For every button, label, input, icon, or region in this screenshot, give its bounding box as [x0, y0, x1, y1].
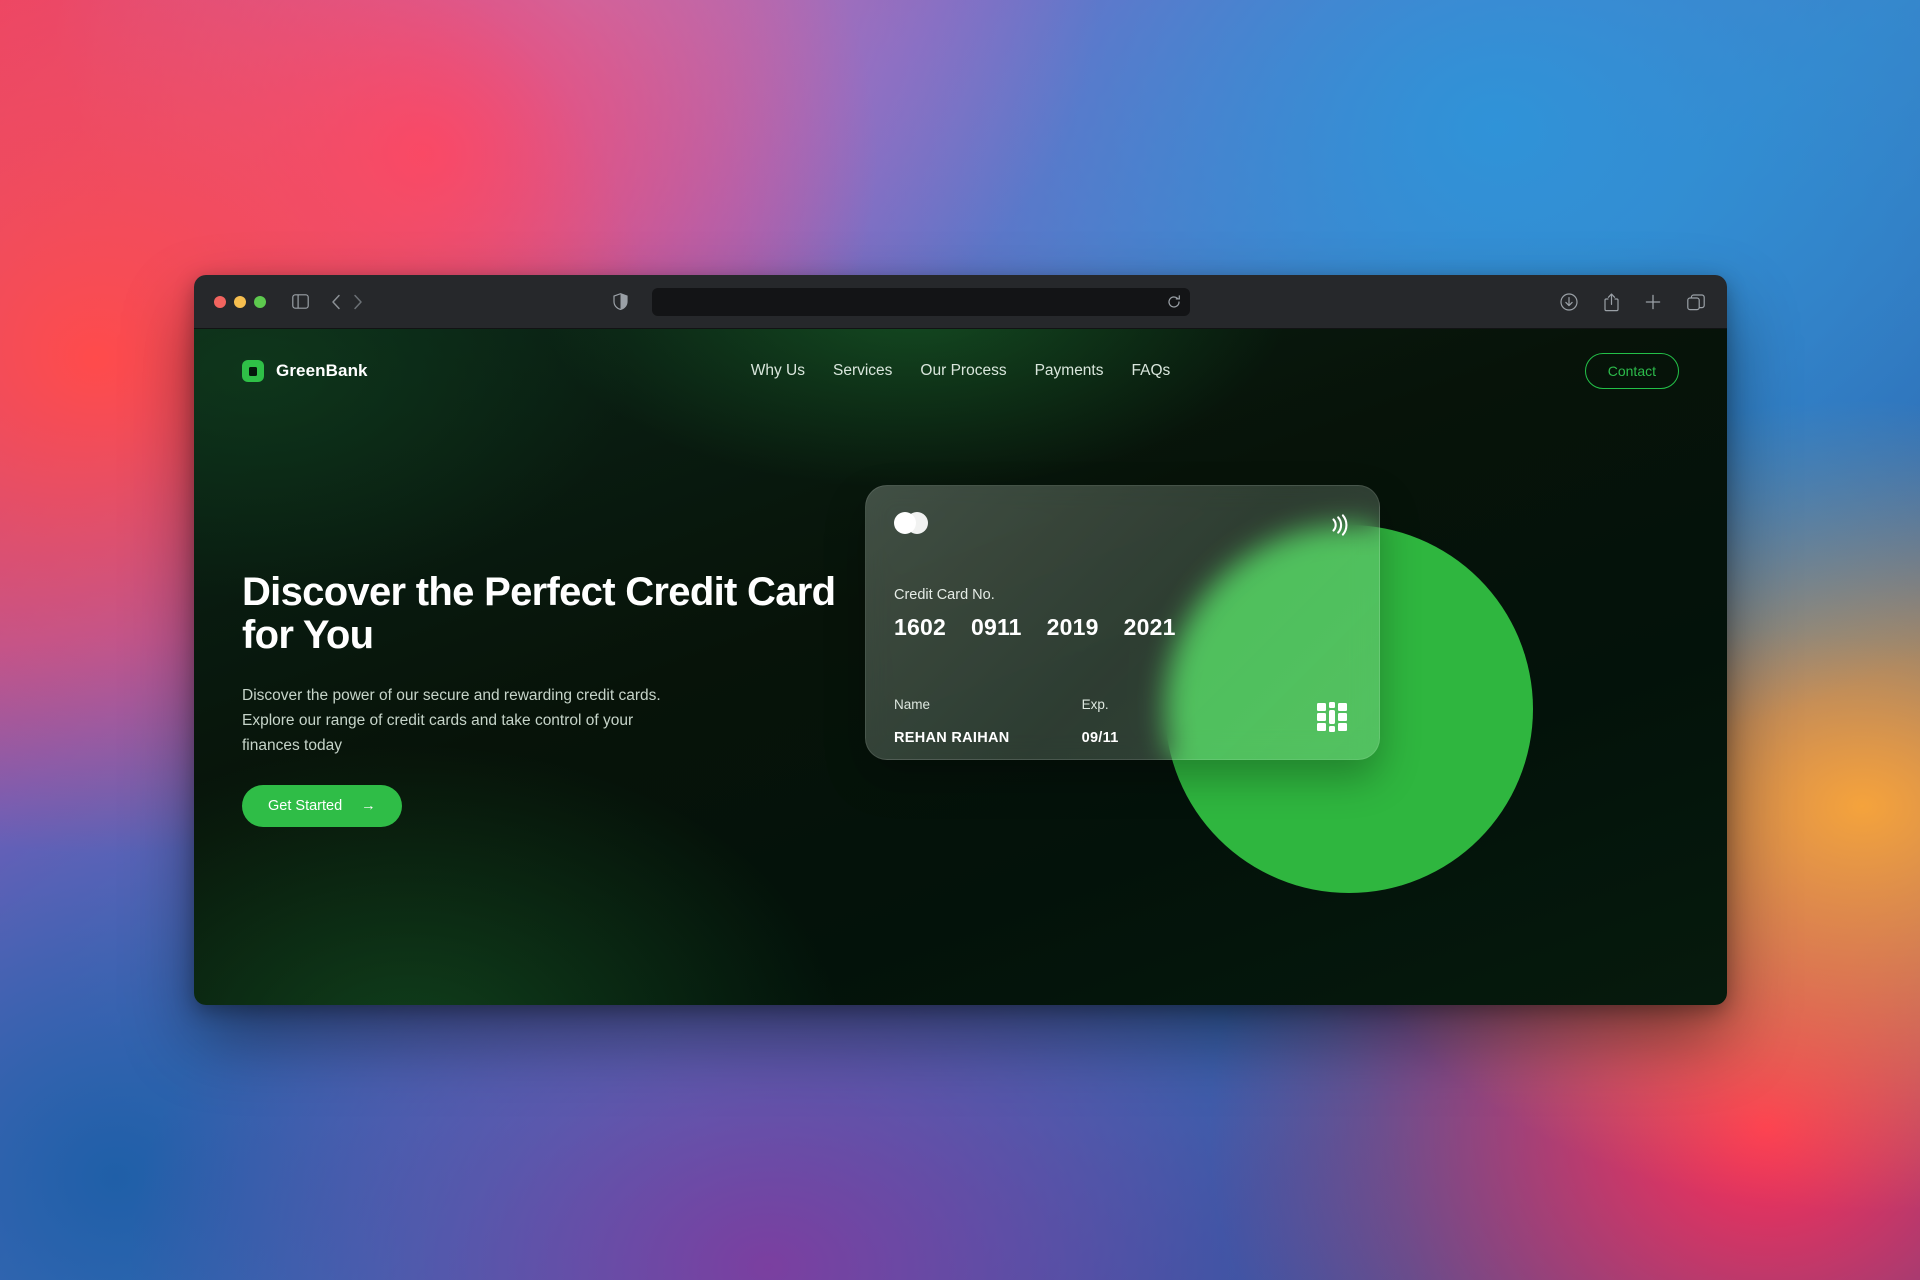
traffic-lights — [214, 295, 266, 308]
safari-browser-window: GreenBank Why Us Services Our Process Pa… — [194, 275, 1727, 1005]
nav-item-services[interactable]: Services — [833, 362, 892, 380]
webpage-content: GreenBank Why Us Services Our Process Pa… — [194, 329, 1727, 1005]
card-number-group-1: 1602 — [894, 614, 946, 640]
desktop-wallpaper: GreenBank Why Us Services Our Process Pa… — [0, 0, 1920, 1280]
nav-item-faqs[interactable]: FAQs — [1131, 362, 1170, 380]
main-navigation: Why Us Services Our Process Payments FAQ… — [751, 362, 1171, 380]
card-number-group-3: 2019 — [1046, 614, 1099, 640]
card-name-field: Name REHAN RAIHAN — [894, 697, 1010, 746]
card-number-value: 1602 0911 2019 2021 — [894, 614, 1176, 641]
minimize-window-button[interactable] — [234, 295, 246, 308]
page-title: Discover the Perfect Credit Card for You — [242, 570, 836, 657]
credit-card-visual: Credit Card No. 1602 0911 2019 2021 Name… — [865, 485, 1380, 760]
brand-logo[interactable]: GreenBank — [242, 360, 368, 382]
card-meta-row: Name REHAN RAIHAN Exp. 09/11 — [894, 697, 1119, 746]
card-exp-value: 09/11 — [1081, 730, 1119, 746]
brand-name: GreenBank — [276, 361, 368, 380]
new-tab-icon[interactable] — [1645, 294, 1661, 310]
chevron-right-icon[interactable] — [353, 294, 363, 310]
card-top-row — [894, 512, 1351, 543]
hero-copy: Discover the Perfect Credit Card for You… — [242, 413, 882, 1005]
get-started-label: Get Started — [268, 797, 343, 814]
card-name-value: REHAN RAIHAN — [894, 730, 1010, 746]
hero-subtitle: Discover the power of our secure and rew… — [242, 686, 661, 754]
card-exp-field: Exp. 09/11 — [1082, 697, 1119, 746]
zoom-window-button[interactable] — [254, 295, 266, 308]
greenbank-logo-icon — [242, 360, 264, 382]
browser-titlebar — [194, 275, 1727, 329]
reload-icon[interactable] — [1167, 294, 1181, 309]
card-number-group-4: 2021 — [1123, 614, 1176, 640]
contactless-nfc-icon — [1325, 512, 1351, 543]
card-number-group-2: 0911 — [970, 614, 1022, 640]
hero-visual: Credit Card No. 1602 0911 2019 2021 Name… — [865, 413, 1679, 1005]
share-icon[interactable] — [1604, 293, 1619, 312]
download-icon[interactable] — [1560, 293, 1578, 311]
address-bar[interactable] — [652, 287, 1190, 316]
card-chip-icon — [1317, 702, 1351, 737]
hero-section: Discover the Perfect Credit Card for You… — [194, 413, 1727, 1005]
browser-toolbar-right — [1560, 275, 1705, 329]
chevron-left-icon[interactable] — [331, 294, 341, 310]
privacy-shield-icon[interactable] — [613, 293, 628, 310]
card-exp-label: Exp. — [1081, 697, 1109, 712]
nav-item-payments[interactable]: Payments — [1035, 362, 1104, 380]
nav-item-why-us[interactable]: Why Us — [751, 362, 805, 380]
site-header: GreenBank Why Us Services Our Process Pa… — [194, 329, 1727, 413]
close-window-button[interactable] — [214, 295, 226, 308]
tab-overview-icon[interactable] — [1687, 293, 1705, 311]
arrow-right-icon: → — [361, 797, 376, 814]
mastercard-logo-icon — [894, 512, 928, 534]
nav-item-our-process[interactable]: Our Process — [920, 362, 1006, 380]
card-number-label: Credit Card No. — [894, 587, 995, 603]
sidebar-icon[interactable] — [292, 294, 309, 309]
contact-button[interactable]: Contact — [1584, 353, 1679, 389]
get-started-button[interactable]: Get Started → — [242, 784, 402, 827]
card-name-label: Name — [894, 697, 931, 712]
